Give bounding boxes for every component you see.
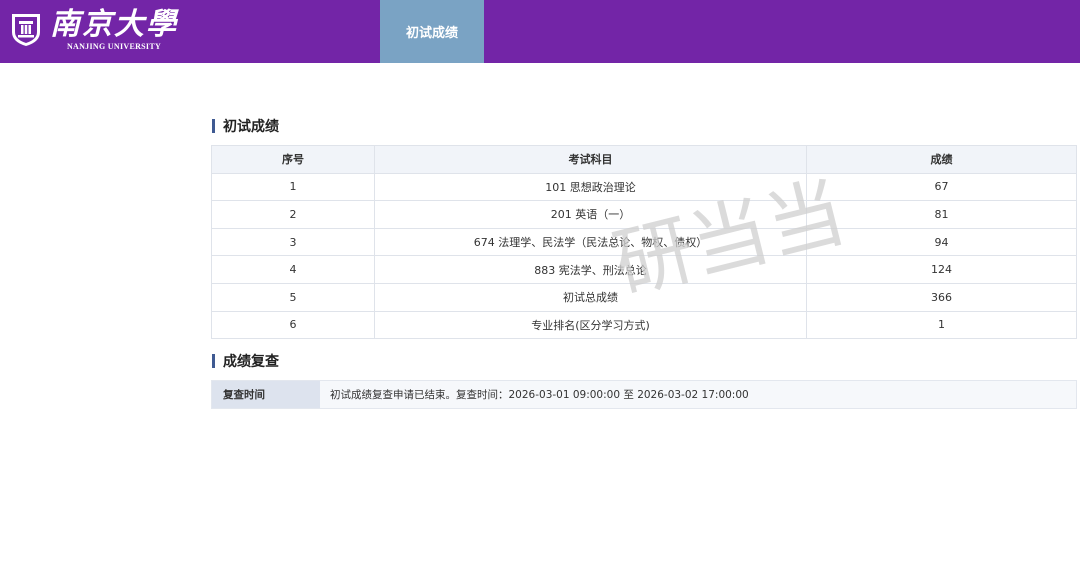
column-header-subject: 考试科目	[374, 145, 807, 174]
top-bar: 南京大學 NANJING UNIVERSITY 初试成绩	[0, 0, 1080, 63]
row-index: 6	[211, 310, 375, 340]
row-subject: 201 英语（一）	[374, 200, 807, 229]
table-row: 3 674 法理学、民法学（民法总论、物权、债权） 94	[211, 227, 1077, 257]
review-time-value: 初试成绩复查申请已结束。复查时间：2026-03-01 09:00:00 至 2…	[320, 381, 1076, 408]
row-subject: 初试总成绩	[374, 282, 807, 312]
row-index: 5	[211, 282, 375, 312]
row-index: 3	[211, 227, 375, 257]
row-score: 67	[806, 172, 1077, 202]
table-header-row: 序号 考试科目 成绩	[211, 145, 1077, 174]
logo-english-name: NANJING UNIVERSITY	[66, 42, 162, 51]
row-score: 81	[806, 200, 1077, 229]
review-info-row: 复查时间 初试成绩复查申请已结束。复查时间：2026-03-01 09:00:0…	[211, 380, 1077, 409]
table-row: 2 201 英语（一） 81	[211, 200, 1077, 229]
column-header-score: 成绩	[806, 145, 1077, 174]
row-score: 366	[806, 282, 1077, 312]
logo-chinese-name: 南京大學	[50, 7, 178, 42]
row-subject: 883 宪法学、刑法总论	[374, 255, 807, 284]
section-accent-bar	[212, 354, 215, 368]
university-logo[interactable]: 南京大學 NANJING UNIVERSITY	[10, 5, 178, 55]
table-row: 1 101 思想政治理论 67	[211, 172, 1077, 202]
row-score: 124	[806, 255, 1077, 284]
crest-icon	[12, 14, 40, 46]
row-index: 2	[211, 200, 375, 229]
row-subject: 674 法理学、民法学（民法总论、物权、债权）	[374, 227, 807, 257]
row-score: 1	[806, 310, 1077, 340]
column-header-index: 序号	[211, 145, 375, 174]
table-row: 4 883 宪法学、刑法总论 124	[211, 255, 1077, 284]
row-index: 1	[211, 172, 375, 202]
row-subject: 101 思想政治理论	[374, 172, 807, 202]
review-section-title: 成绩复查	[212, 352, 279, 370]
review-section-title-text: 成绩复查	[223, 354, 279, 370]
tab-preliminary-scores[interactable]: 初试成绩	[380, 0, 484, 63]
review-time-label: 复查时间	[212, 381, 320, 408]
row-index: 4	[211, 255, 375, 284]
table-row: 6 专业排名(区分学习方式) 1	[211, 310, 1077, 340]
row-score: 94	[806, 227, 1077, 257]
scores-section-title-text: 初试成绩	[223, 119, 279, 135]
table-row: 5 初试总成绩 366	[211, 282, 1077, 312]
scores-table: 序号 考试科目 成绩 1 101 思想政治理论 67 2 201 英语（一） 8…	[211, 145, 1077, 340]
row-subject: 专业排名(区分学习方式)	[374, 310, 807, 340]
section-accent-bar	[212, 119, 215, 133]
scores-section-title: 初试成绩	[212, 117, 279, 135]
